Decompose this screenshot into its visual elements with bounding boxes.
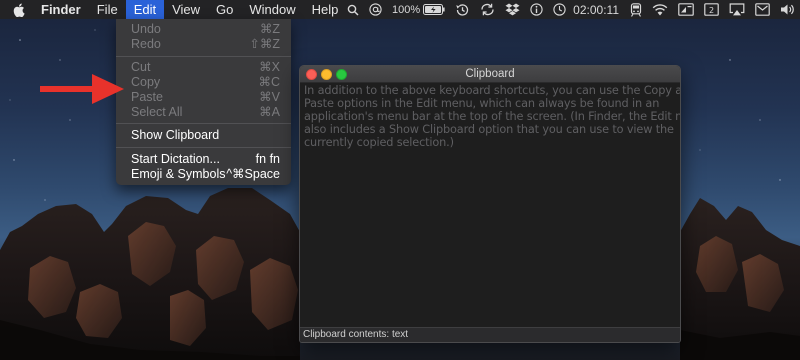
menu-separator <box>116 147 291 148</box>
menu-item-show-clipboard[interactable]: Show Clipboard <box>116 127 291 143</box>
menu-item-shortcut: ⌘C <box>258 75 280 89</box>
menu-item-label: Copy <box>131 75 161 89</box>
menu-item-label: Start Dictation... <box>131 152 220 166</box>
clock-icon[interactable] <box>553 0 566 19</box>
airplay-icon[interactable] <box>729 0 745 19</box>
menu-item-label: Emoji & Symbols <box>131 167 226 181</box>
screen-icon[interactable]: 2 <box>704 0 719 19</box>
menu-item-shortcut: ⌘A <box>259 105 280 119</box>
menu-view[interactable]: View <box>164 0 208 19</box>
menu-item-undo[interactable]: Undo ⌘Z <box>116 21 291 37</box>
menu-item-shortcut: ⌘V <box>259 90 280 104</box>
wifi-icon[interactable] <box>652 0 668 19</box>
menu-app-finder[interactable]: Finder <box>33 0 89 19</box>
menu-item-label: Undo <box>131 22 161 36</box>
clipboard-text-line: In addition to the above keyboard shortc… <box>304 84 681 97</box>
clipboard-window: Clipboard In addition to the above keybo… <box>299 65 681 343</box>
menu-item-label: Redo <box>131 37 161 51</box>
edit-menu-dropdown: Undo ⌘Z Redo ⇧⌘Z Cut ⌘X Copy ⌘C Paste ⌘V… <box>116 19 291 185</box>
search-icon[interactable] <box>347 0 359 19</box>
menu-item-label: Cut <box>131 60 151 74</box>
volume-icon[interactable] <box>780 0 795 19</box>
clipboard-text-line: Paste options in the Edit menu, which ca… <box>304 97 660 110</box>
clipboard-content: In addition to the above keyboard shortc… <box>304 84 681 149</box>
menu-item-shortcut: ^⌘Space <box>226 167 280 181</box>
train-icon[interactable] <box>630 0 642 19</box>
menu-item-select-all[interactable]: Select All ⌘A <box>116 104 291 120</box>
clipboard-text-line: also includes a Show Clipboard option th… <box>304 123 674 136</box>
menu-file[interactable]: File <box>89 0 126 19</box>
menu-item-emoji-symbols[interactable]: Emoji & Symbols ^⌘Space <box>116 166 291 182</box>
info-icon[interactable] <box>530 0 543 19</box>
svg-text:2: 2 <box>709 6 714 15</box>
menu-item-shortcut: ⌘X <box>259 60 280 74</box>
menu-item-shortcut: ⌘Z <box>259 22 280 36</box>
sync-icon[interactable] <box>480 0 495 19</box>
display-icon[interactable] <box>678 0 694 19</box>
menu-help[interactable]: Help <box>304 0 347 19</box>
menu-item-cut[interactable]: Cut ⌘X <box>116 59 291 75</box>
apple-icon[interactable] <box>13 0 29 19</box>
menu-item-shortcut: fn fn <box>255 152 280 166</box>
battery-percent: 100% <box>392 3 421 16</box>
time-machine-icon[interactable] <box>455 0 470 19</box>
menu-item-shortcut: ⇧⌘Z <box>249 37 280 51</box>
menu-item-label: Select All <box>131 105 183 119</box>
menu-bar: Finder File Edit View Go Window Help 100… <box>0 0 800 19</box>
dropbox-icon[interactable] <box>505 0 520 19</box>
menu-separator <box>116 56 291 57</box>
red-arrow-annotation <box>40 74 124 104</box>
window-title: Clipboard <box>465 68 515 80</box>
menu-item-start-dictation[interactable]: Start Dictation... fn fn <box>116 151 291 167</box>
clock-time[interactable]: 02:00:11 <box>573 3 619 17</box>
menu-item-redo[interactable]: Redo ⇧⌘Z <box>116 36 291 52</box>
menu-go[interactable]: Go <box>208 0 241 19</box>
menu-item-label: Show Clipboard <box>131 128 220 142</box>
battery-icon[interactable] <box>423 0 445 19</box>
menu-edit[interactable]: Edit <box>125 0 165 19</box>
at-sign-icon[interactable] <box>369 0 382 19</box>
menu-window[interactable]: Window <box>241 0 303 19</box>
clipboard-text-line: currently copied selection.) <box>304 136 454 149</box>
clipboard-status-bar: Clipboard contents: text <box>300 327 680 342</box>
menu-item-paste[interactable]: Paste ⌘V <box>116 89 291 105</box>
window-titlebar[interactable]: Clipboard <box>300 66 680 83</box>
menu-item-label: Paste <box>131 90 163 104</box>
menu-item-copy[interactable]: Copy ⌘C <box>116 74 291 90</box>
message-icon[interactable] <box>755 0 770 19</box>
clipboard-text-line: application's menu bar at the top of the… <box>304 110 681 123</box>
status-area: 100% 02:00:11 2 <box>342 0 800 19</box>
menu-separator <box>116 123 291 124</box>
